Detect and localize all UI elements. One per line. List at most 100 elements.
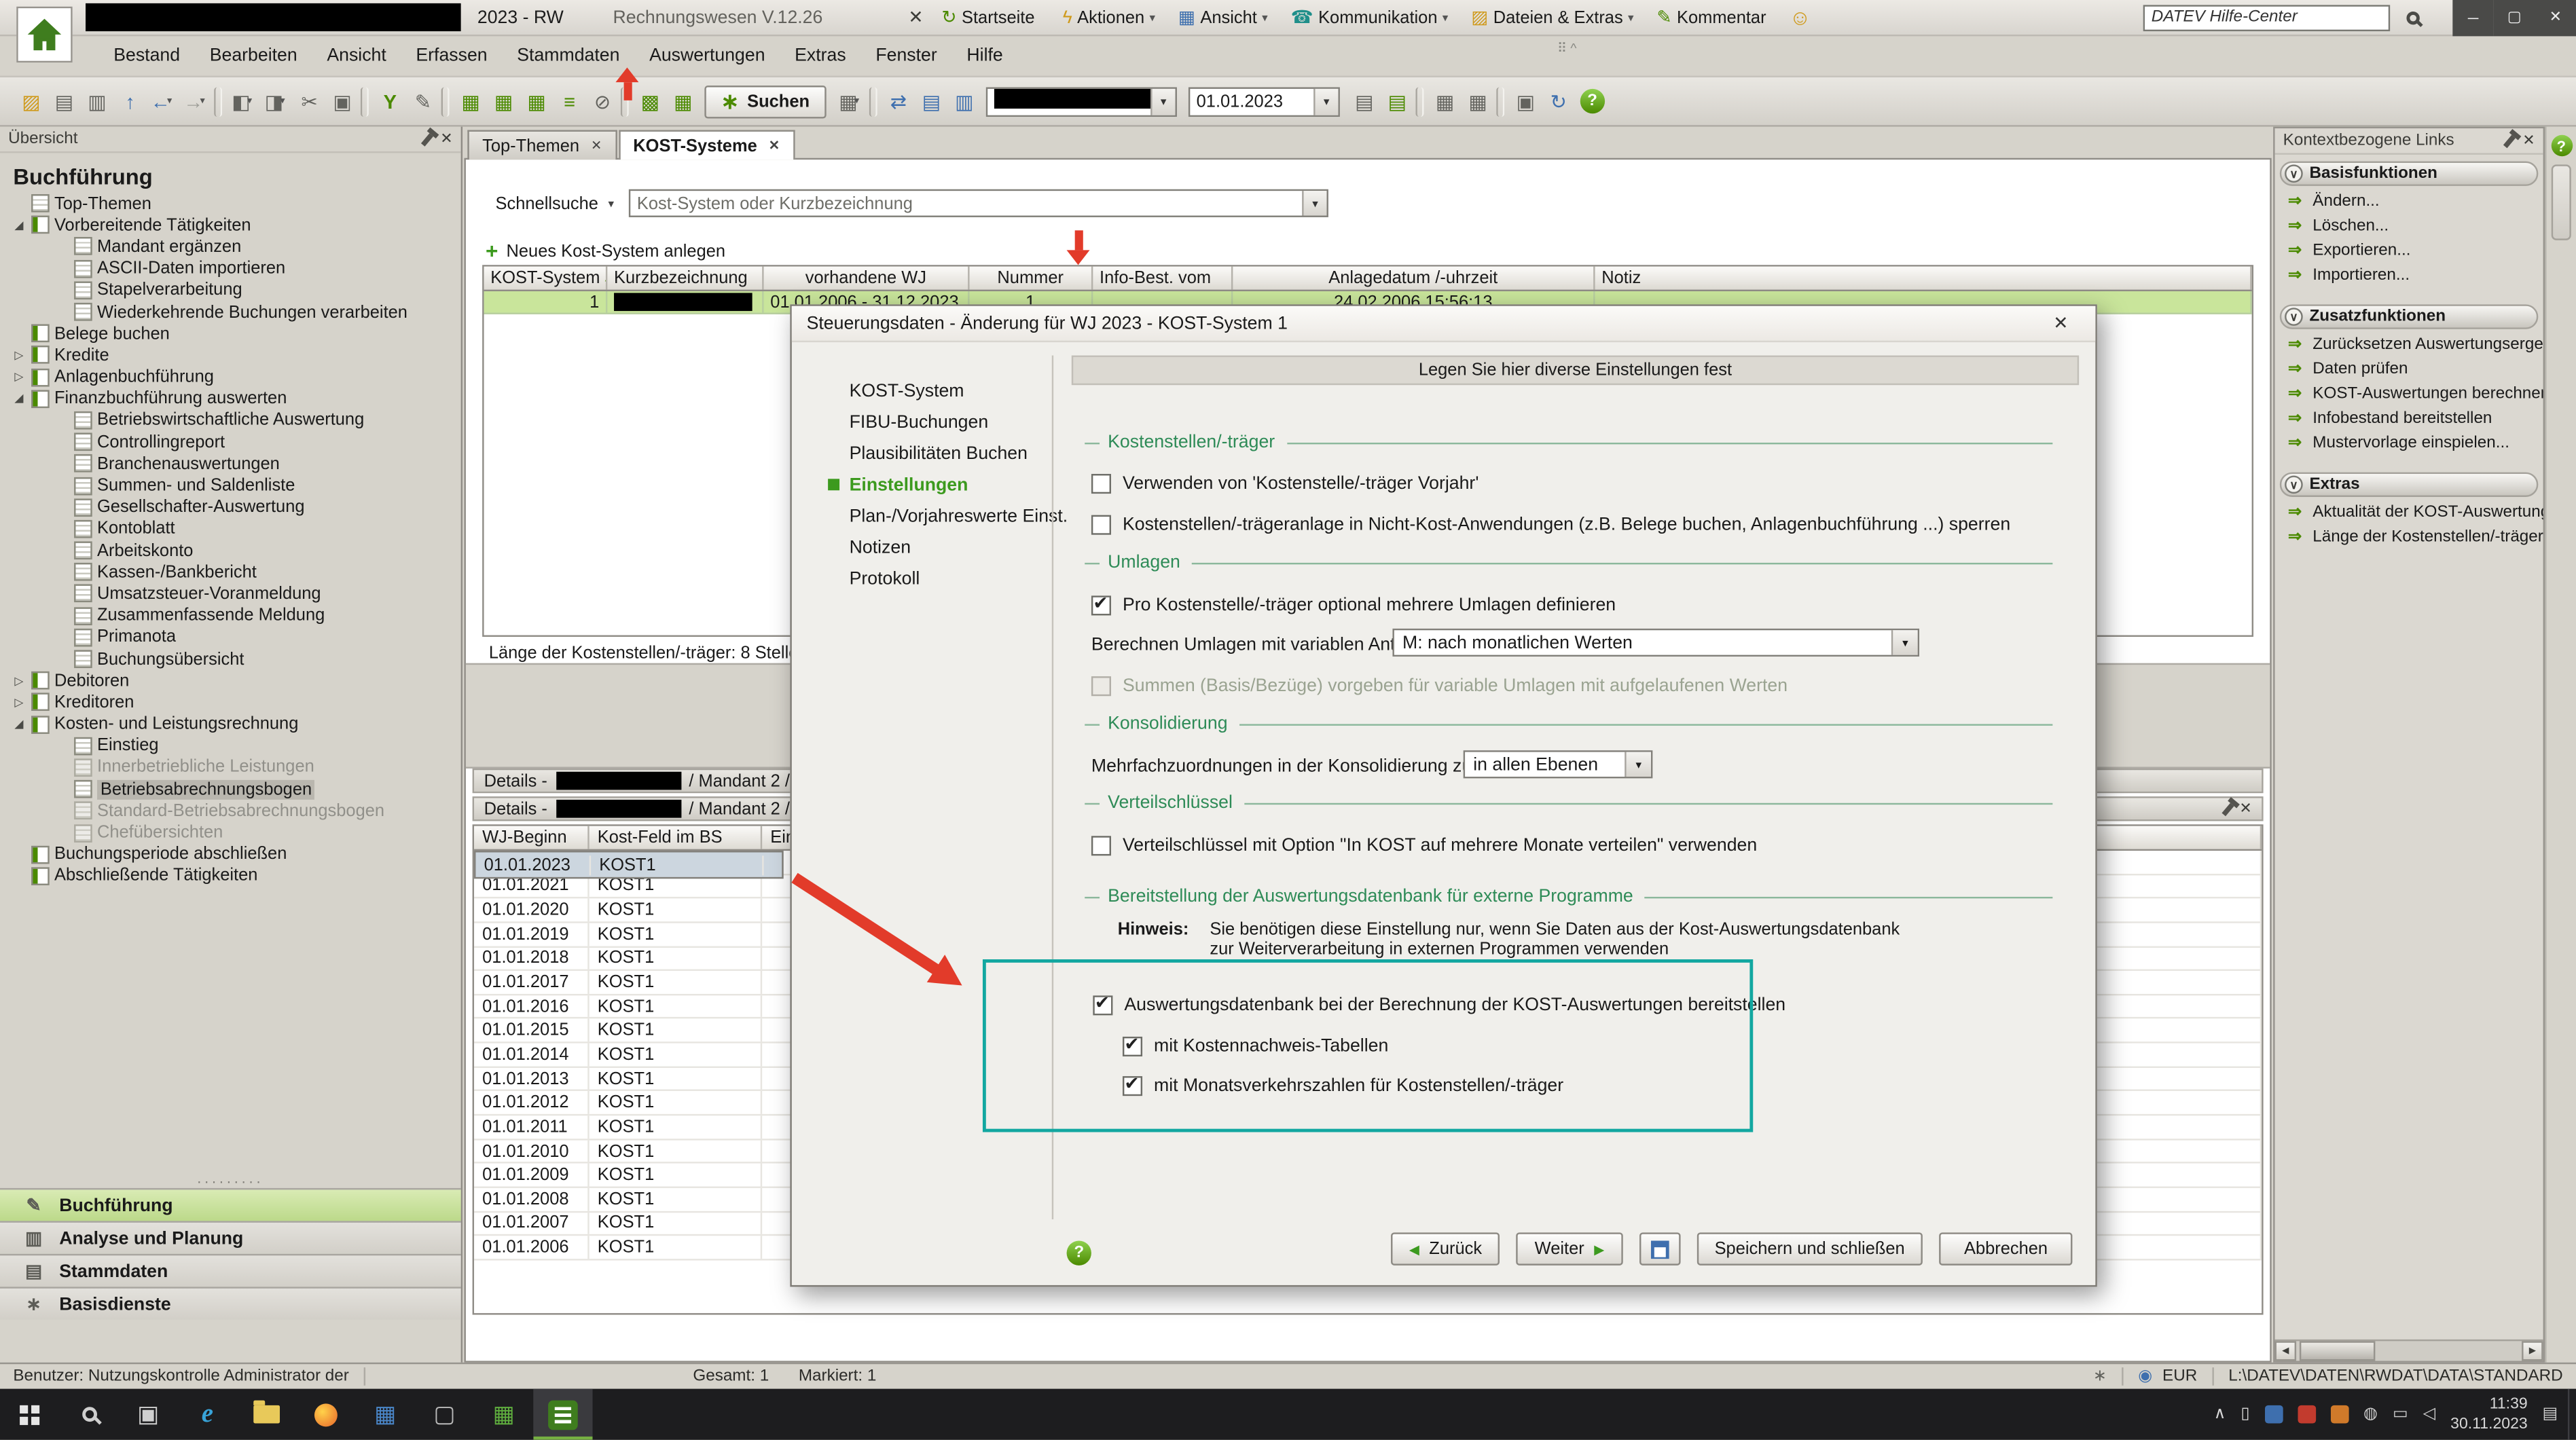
module-nav-buchfuehrung[interactable]: ✎ Buchführung bbox=[0, 1188, 461, 1221]
tree-expander-icon[interactable]: ▷ bbox=[12, 696, 26, 709]
tree-item[interactable]: Betriebsabrechnungsbogen bbox=[12, 779, 456, 800]
tray-app-blue-icon[interactable] bbox=[2265, 1405, 2283, 1424]
buchen-list-icon[interactable]: ≡ bbox=[551, 85, 584, 117]
edge-icon[interactable]: e bbox=[178, 1389, 237, 1440]
menu-item[interactable]: Stammdaten bbox=[502, 41, 634, 71]
tree-item[interactable]: Buchungsperiode abschließen bbox=[12, 843, 456, 865]
menu-item[interactable]: Erfassen bbox=[401, 41, 503, 71]
dialog-nav-item[interactable]: Notizen bbox=[792, 532, 1052, 563]
tree-item[interactable]: Top-Themen bbox=[12, 193, 456, 215]
column-header-notiz[interactable]: Notiz bbox=[1595, 267, 2252, 290]
period-select[interactable]: 01.01.2023 ▾ bbox=[1189, 86, 1340, 116]
start-button[interactable] bbox=[0, 1389, 59, 1440]
speichern-schliessen-button[interactable]: Speichern und schließen bbox=[1697, 1232, 1923, 1265]
separator[interactable] bbox=[1415, 86, 1423, 116]
window-layout-icon[interactable]: ◨ ▾ bbox=[259, 85, 291, 117]
close-panel-icon[interactable]: ✕ bbox=[2239, 800, 2251, 818]
context-link[interactable]: ⇒ Mustervorlage einspielen... bbox=[2275, 431, 2543, 456]
company-select[interactable]: ▾ bbox=[985, 86, 1176, 116]
collapsed-panel-tab[interactable] bbox=[2552, 164, 2571, 240]
context-link[interactable]: ⇒ Löschen... bbox=[2275, 214, 2543, 238]
column-header-anlagedatum[interactable]: Anlagedatum /-uhrzeit bbox=[1233, 267, 1595, 290]
buchen-grid3-icon[interactable]: ▦ bbox=[518, 85, 551, 117]
dialog-nav-item[interactable]: FIBU-Buchungen bbox=[792, 407, 1052, 438]
app-green-icon[interactable]: ▦ bbox=[474, 1389, 533, 1440]
dialog-nav-item[interactable]: Einstellungen bbox=[792, 469, 1052, 500]
new-kost-system-link[interactable]: + Neues Kost-System anlegen bbox=[486, 238, 725, 263]
dock-handle-icon[interactable]: ⠿ ^ bbox=[1557, 41, 1577, 56]
chevron-down-icon[interactable]: ▾ bbox=[608, 197, 614, 210]
taskbar-search-button[interactable] bbox=[59, 1389, 118, 1440]
tree-expander-icon[interactable]: ▷ bbox=[12, 349, 26, 362]
tree-item[interactable]: ▷ Anlagenbuchführung bbox=[12, 366, 456, 388]
weiter-button[interactable]: Weiter ▶ bbox=[1517, 1232, 1622, 1265]
datev-app-icon[interactable] bbox=[533, 1389, 592, 1440]
tree-item[interactable]: ▷ Kreditoren bbox=[12, 692, 456, 714]
context-link[interactable]: ⇒ Aktualität der KOST-Auswertungen bbox=[2275, 500, 2543, 525]
checkbox-vorjahr[interactable] bbox=[1091, 474, 1111, 494]
app-blue-icon[interactable]: ▦ bbox=[356, 1389, 415, 1440]
scroll-left-icon[interactable]: ◄ bbox=[2275, 1341, 2297, 1361]
print-preview-icon[interactable]: ▥ bbox=[79, 85, 111, 117]
task-view-button[interactable]: ▣ bbox=[119, 1389, 178, 1440]
context-link[interactable]: ⇒ KOST-Auswertungen berechnen fü bbox=[2275, 382, 2543, 406]
save-button[interactable] bbox=[1639, 1232, 1680, 1265]
group-header-basisfunktionen[interactable]: ∨ Basisfunktionen bbox=[2280, 162, 2539, 186]
separator[interactable] bbox=[1496, 86, 1504, 116]
tray-app-orange-icon[interactable] bbox=[2331, 1405, 2349, 1424]
tree-item[interactable]: Buchungsübersicht bbox=[12, 648, 456, 670]
context-link[interactable]: ⇒ Ändern... bbox=[2275, 189, 2543, 214]
separator[interactable] bbox=[361, 86, 369, 116]
tree-item[interactable]: Chefübersichten bbox=[12, 821, 456, 843]
tree-item[interactable]: Zusammenfassende Meldung bbox=[12, 605, 456, 627]
close-button[interactable]: ✕ bbox=[2535, 0, 2576, 35]
column-header-kost-system[interactable]: KOST-System▴ bbox=[484, 267, 608, 290]
tab-close-icon[interactable]: ✕ bbox=[591, 139, 602, 153]
tree-item[interactable]: ◢ Vorbereitende Tätigkeiten bbox=[12, 215, 456, 236]
tree-item[interactable]: Branchenauswertungen bbox=[12, 453, 456, 475]
column-header-kost-feld[interactable]: Kost-Feld im BS bbox=[589, 826, 762, 849]
cut-icon[interactable]: ✂ bbox=[291, 85, 324, 117]
minimize-button[interactable]: ─ bbox=[2452, 0, 2494, 35]
tree-item[interactable]: Summen- und Saldenliste bbox=[12, 475, 456, 496]
dialog-nav-item[interactable]: Plausibilitäten Buchen bbox=[792, 438, 1052, 469]
tree-expander-icon[interactable]: ◢ bbox=[12, 219, 26, 232]
quick-toolbar-item[interactable]: ☎ Kommunikation ▾ bbox=[1280, 1, 1460, 33]
doc-import-icon[interactable]: ▥ bbox=[946, 85, 979, 117]
doc-check-icon[interactable]: ▤ bbox=[1379, 85, 1412, 117]
pin-icon[interactable] bbox=[2223, 802, 2235, 815]
volume-icon[interactable]: ◁ bbox=[2423, 1405, 2436, 1424]
calendar-icon[interactable]: ▦ bbox=[1427, 85, 1459, 117]
buchen-grid2-icon[interactable]: ▦ bbox=[486, 85, 518, 117]
buchen-grid-icon[interactable]: ▦ bbox=[453, 85, 486, 117]
pin-icon[interactable] bbox=[2504, 134, 2516, 147]
konsolidierung-select[interactable]: in allen Ebenen ▾ bbox=[1464, 750, 1653, 778]
tab-close-icon[interactable]: ✕ bbox=[769, 139, 780, 153]
context-link[interactable]: ⇒ Importieren... bbox=[2275, 263, 2543, 288]
quick-toolbar-item[interactable]: ϟ Aktionen ▾ bbox=[1051, 1, 1167, 33]
column-header-nummer[interactable]: Nummer bbox=[970, 267, 1093, 290]
help-icon[interactable]: ? bbox=[1580, 89, 1604, 113]
menu-item[interactable]: Bearbeiten bbox=[195, 41, 312, 71]
smiley-icon[interactable]: ☺ bbox=[1790, 5, 1811, 29]
app-window-icon[interactable]: ▢ bbox=[415, 1389, 474, 1440]
menu-item[interactable]: Hilfe bbox=[952, 41, 1018, 71]
pin-icon[interactable] bbox=[422, 132, 434, 146]
network-icon[interactable]: ◍ bbox=[2363, 1405, 2378, 1424]
tree-item[interactable]: Belege buchen bbox=[12, 322, 456, 344]
konten-icon[interactable]: ▦ bbox=[665, 85, 697, 117]
tree-item[interactable]: Primanota bbox=[12, 627, 456, 648]
close-panel-icon[interactable]: ✕ bbox=[2522, 132, 2535, 150]
dialog-close-icon[interactable]: ✕ bbox=[2041, 313, 2080, 335]
help-icon[interactable]: ? bbox=[2551, 135, 2573, 157]
tree-item[interactable]: ◢ Kosten- und Leistungsrechnung bbox=[12, 714, 456, 735]
context-link[interactable]: ⇒ Infobestand bereitstellen bbox=[2275, 407, 2543, 431]
quick-toolbar-item[interactable]: ↻ Startseite bbox=[930, 1, 1051, 33]
dialog-nav-item[interactable]: KOST-System bbox=[792, 375, 1052, 407]
tree-item[interactable]: Mandant ergänzen bbox=[12, 236, 456, 257]
show-desktop-strip[interactable] bbox=[2568, 1389, 2576, 1440]
context-link[interactable]: ⇒ Zurücksetzen Auswertungsergebni bbox=[2275, 333, 2543, 357]
refresh-icon[interactable]: ⇄ bbox=[880, 85, 913, 117]
module-nav-stammdaten[interactable]: ▤ Stammdaten bbox=[0, 1254, 461, 1287]
menu-item[interactable]: Ansicht bbox=[312, 41, 401, 71]
